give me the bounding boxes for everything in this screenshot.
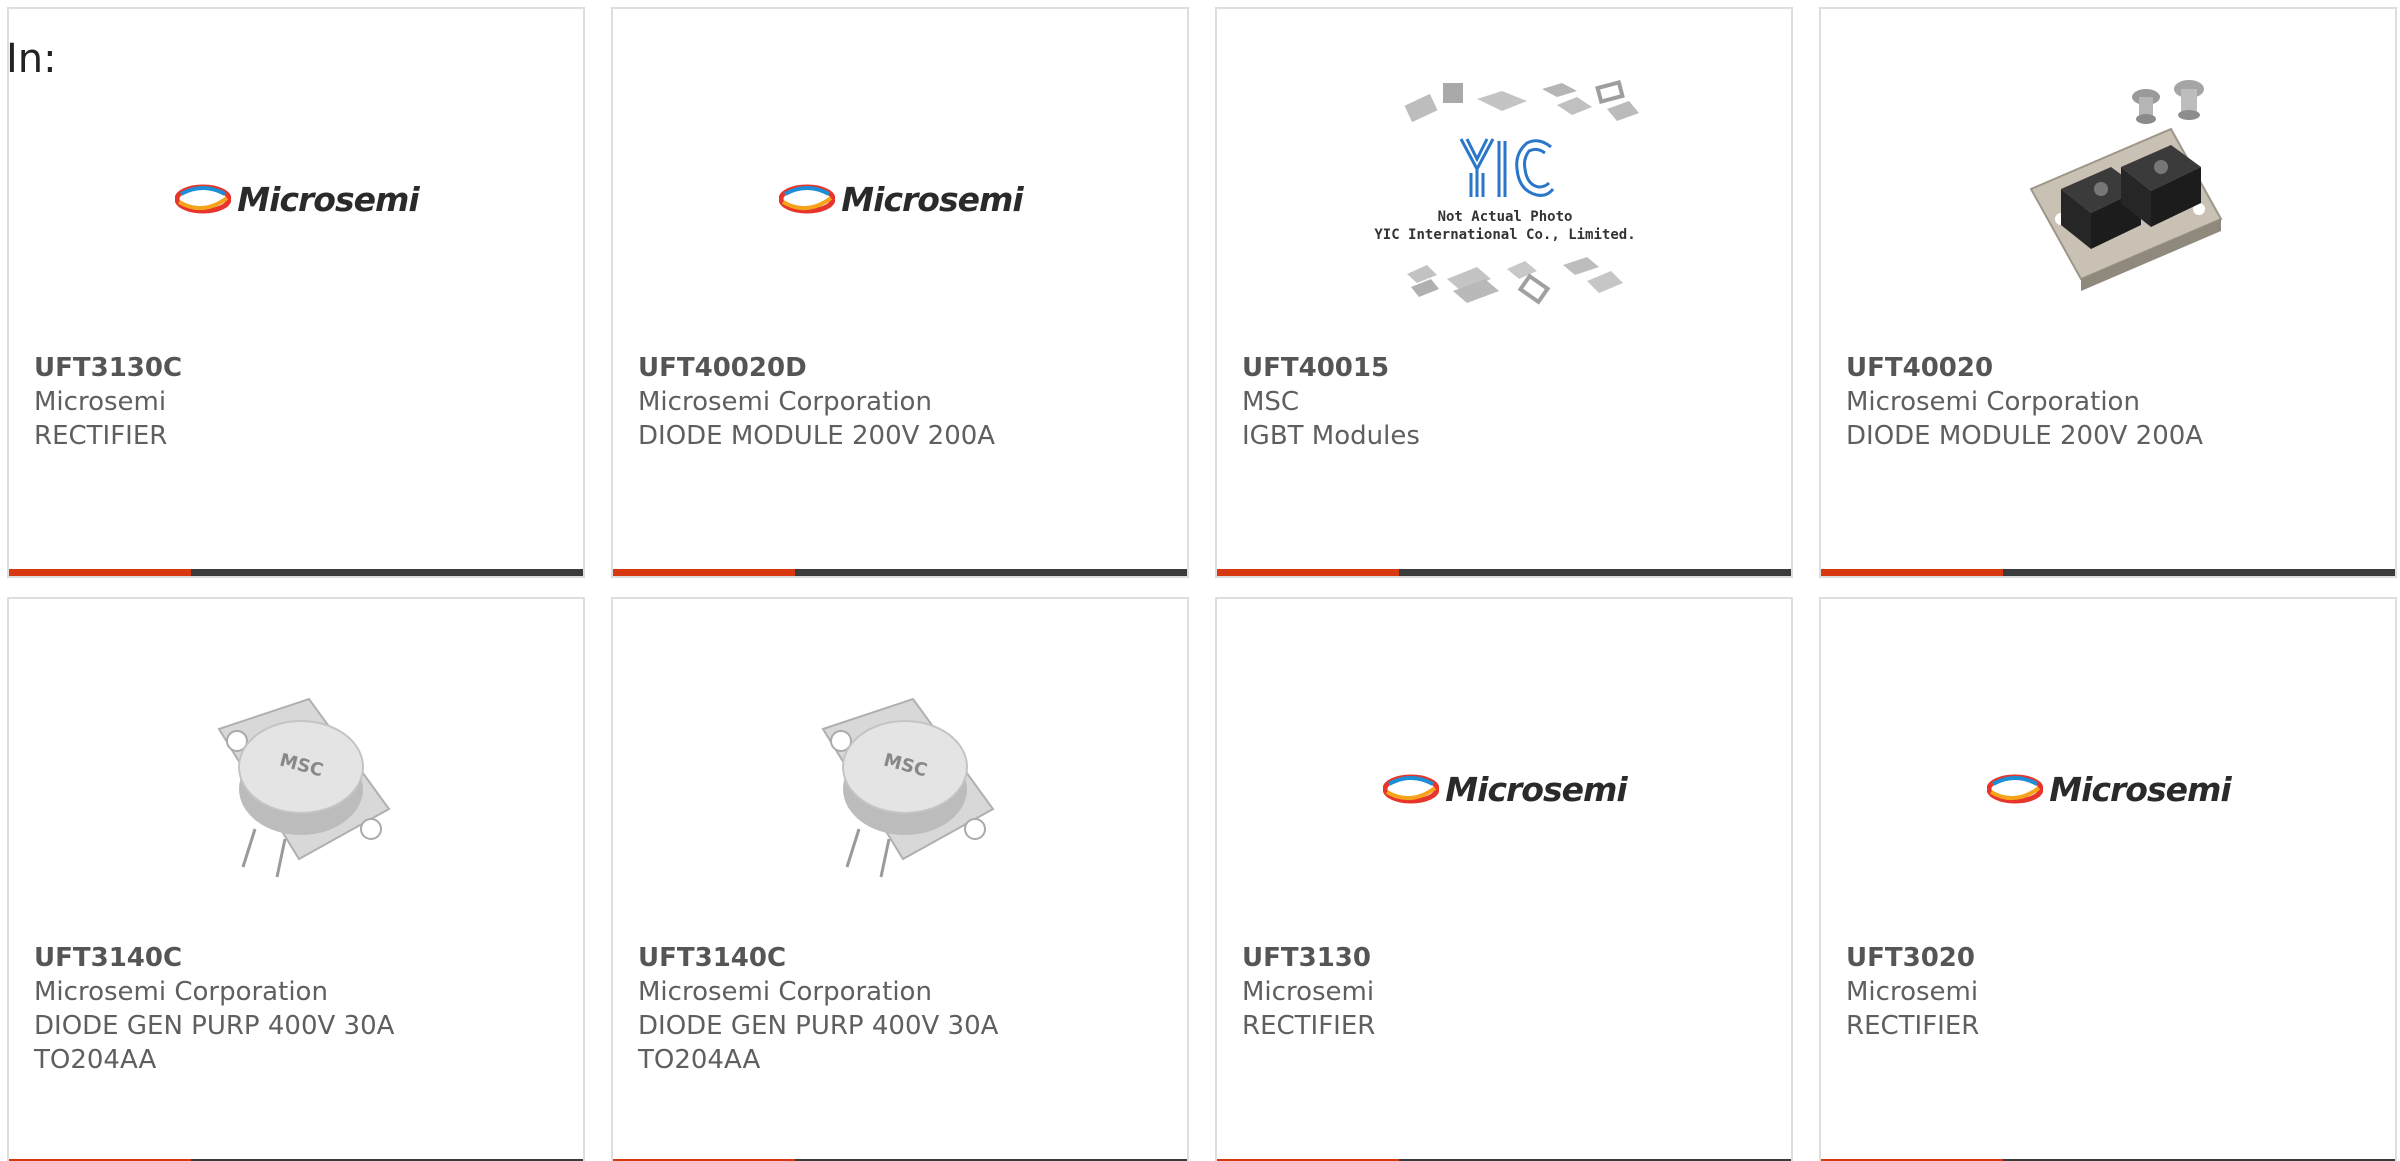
product-card[interactable]: MSC UFT3140C Microsemi Corporation DIODE… [7,597,585,1161]
manufacturer: Microsemi Corporation [34,977,328,1007]
product-info: UFT3140C Microsemi Corporation DIODE GEN… [638,941,1167,1077]
manufacturer: Microsemi [1846,977,1979,1007]
description: DIODE GEN PURP 400V 30A [34,1011,395,1041]
product-info: UFT3130 Microsemi RECTIFIER [1242,941,1771,1043]
part-number[interactable]: UFT40020 [1846,351,2375,385]
product-card[interactable]: UFT40020 Microsemi Corporation DIODE MOD… [1819,7,2397,578]
card-accent [1821,569,2003,576]
product-image[interactable]: Not Actual Photo YIC International Co., … [1367,69,1643,329]
product-card[interactable]: Microsemi UFT3020 Microsemi RECTIFIER [1819,597,2397,1161]
product-info: UFT40015 MSC IGBT Modules [1242,351,1771,453]
product-image[interactable]: Microsemi [763,69,1039,329]
microsemi-wordmark: Microsemi [2049,769,2231,809]
microsemi-logo: Microsemi [1383,769,1628,809]
microsemi-logo: Microsemi [779,179,1024,219]
package: TO204AA [34,1045,157,1075]
description: IGBT Modules [1242,421,1420,451]
description: DIODE GEN PURP 400V 30A [638,1011,999,1041]
to204-package-image: MSC [821,697,995,878]
product-card[interactable]: Microsemi UFT40020D Microsemi Corporatio… [611,7,1189,578]
card-accent [613,569,795,576]
product-image[interactable]: MSC [763,659,1039,919]
part-number[interactable]: UFT3140C [34,941,563,975]
product-image[interactable]: Microsemi [159,69,435,329]
microsemi-wordmark: Microsemi [841,179,1023,219]
part-number[interactable]: UFT40020D [638,351,1167,385]
microsemi-swirl-icon [1383,774,1440,804]
microsemi-swirl-icon [779,184,836,214]
card-accent [1217,569,1399,576]
manufacturer: Microsemi [1242,977,1375,1007]
microsemi-logo: Microsemi [175,179,420,219]
description: RECTIFIER [1242,1011,1376,1041]
microsemi-swirl-icon [175,184,232,214]
description: DIODE MODULE 200V 200A [638,421,996,451]
part-number[interactable]: UFT3140C [638,941,1167,975]
description: RECTIFIER [1846,1011,1980,1041]
card-bottom-bar [1821,569,2395,576]
card-accent [9,569,191,576]
package: TO204AA [638,1045,761,1075]
in-label: In: [6,36,57,82]
description: RECTIFIER [34,421,168,451]
description: DIODE MODULE 200V 200A [1846,421,2204,451]
product-image[interactable]: MSC [159,659,435,919]
product-info: UFT40020D Microsemi Corporation DIODE MO… [638,351,1167,453]
image-caption-2: YIC International Co., Limited. [1374,227,1635,243]
microsemi-wordmark: Microsemi [1445,769,1627,809]
part-number[interactable]: UFT3130 [1242,941,1771,975]
product-info: UFT40020 Microsemi Corporation DIODE MOD… [1846,351,2375,453]
part-number[interactable]: UFT40015 [1242,351,1771,385]
manufacturer: Microsemi Corporation [638,387,932,417]
diode-module-image [2029,80,2223,291]
manufacturer: Microsemi Corporation [1846,387,2140,417]
card-bottom-bar [1217,569,1791,576]
product-info: UFT3140C Microsemi Corporation DIODE GEN… [34,941,563,1077]
microsemi-wordmark: Microsemi [237,179,419,219]
product-image[interactable]: Microsemi [1971,659,2247,919]
microsemi-logo: Microsemi [1987,769,2232,809]
card-bottom-bar [9,569,583,576]
product-image[interactable] [1971,69,2247,329]
part-number[interactable]: UFT3130C [34,351,563,385]
manufacturer: Microsemi Corporation [638,977,932,1007]
part-number[interactable]: UFT3020 [1846,941,2375,975]
microsemi-swirl-icon [1987,774,2044,804]
product-card[interactable]: Microsemi UFT3130C Microsemi RECTIFIER [7,7,585,578]
product-info: UFT3130C Microsemi RECTIFIER [34,351,563,453]
manufacturer: Microsemi [34,387,167,417]
to204-package-image: MSC [217,697,391,878]
image-caption-1: Not Actual Photo [1438,209,1573,225]
product-card[interactable]: MSC UFT3140C Microsemi Corporation DIODE… [611,597,1189,1161]
product-info: UFT3020 Microsemi RECTIFIER [1846,941,2375,1043]
manufacturer: MSC [1242,387,1300,417]
product-grid-page: In: Microsemi UFT3130C Microsemi RECTIFI… [0,0,2400,1161]
product-card[interactable]: Microsemi UFT3130 Microsemi RECTIFIER [1215,597,1793,1161]
product-image[interactable]: Microsemi [1367,659,1643,919]
product-card[interactable]: Not Actual Photo YIC International Co., … [1215,7,1793,578]
card-bottom-bar [613,569,1187,576]
yic-placeholder-image: Not Actual Photo YIC International Co., … [1374,79,1639,305]
